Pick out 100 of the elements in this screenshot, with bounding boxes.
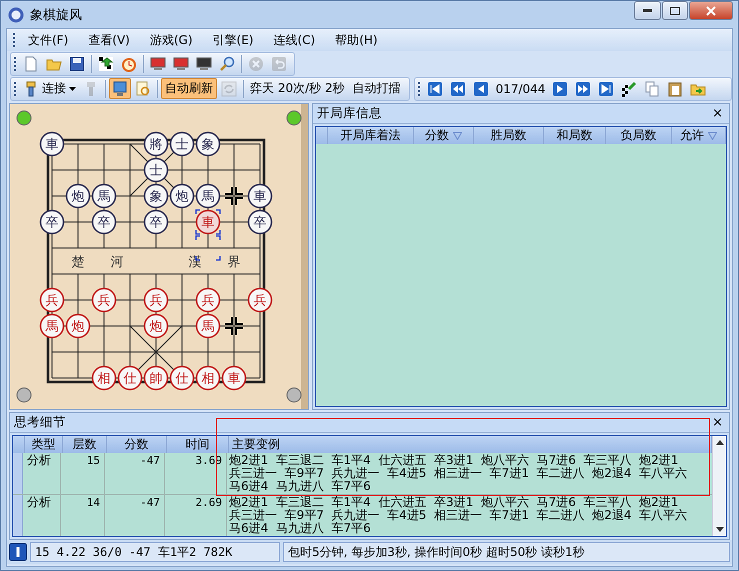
chess-piece[interactable]: 卒 — [40, 210, 64, 234]
chess-piece[interactable]: 車 — [248, 184, 272, 208]
variation-text: 炮2进1 车三退二 车1平4 仕六进五 卒3进1 炮八平六 马7进6 车三平八 炮2进1 — [229, 454, 678, 467]
swap-arrows-icon — [98, 56, 114, 72]
river-text: 河 — [110, 255, 124, 270]
chess-piece[interactable]: 炮 — [66, 314, 90, 338]
close-button[interactable]: × — [710, 106, 725, 122]
scroll-down-icon — [716, 527, 724, 532]
column-header[interactable]: 和局数 — [556, 127, 592, 144]
monitor-icon — [196, 56, 212, 72]
scrollbar[interactable] — [712, 436, 726, 536]
column-header[interactable]: 负局数 — [620, 127, 656, 144]
toggle-button[interactable]: 自动刷新 — [161, 78, 217, 99]
minimize-icon — [643, 9, 652, 12]
search-icon — [219, 56, 235, 72]
menu-item[interactable]: 帮助(H) — [325, 32, 388, 48]
panel-title: 开局库信息 — [317, 105, 382, 122]
menu-item[interactable]: 引擎(E) — [202, 32, 264, 48]
refresh-icon — [221, 80, 237, 96]
monitor-icon — [150, 56, 166, 72]
chess-piece[interactable]: 士 — [144, 158, 168, 182]
chess-piece[interactable]: 炮 — [170, 184, 194, 208]
minimize-button[interactable] — [634, 1, 661, 20]
chess-piece[interactable]: 卒 — [144, 210, 168, 234]
position-marker — [224, 186, 244, 206]
menu-item[interactable]: 文件(F) — [18, 32, 78, 48]
chess-piece[interactable]: 仕 — [170, 366, 194, 390]
chess-piece[interactable]: 卒 — [248, 210, 272, 234]
menu-item[interactable]: 查看(V) — [78, 32, 140, 48]
chess-piece[interactable]: 象 — [196, 132, 220, 156]
chess-piece[interactable]: 炮 — [66, 184, 90, 208]
scroll-up-icon — [716, 440, 724, 445]
connect-button[interactable]: 连接 — [20, 78, 79, 99]
menu-item[interactable]: 游戏(G) — [140, 32, 203, 48]
chess-piece[interactable]: 馬 — [40, 314, 64, 338]
column-header[interactable]: 主要变例 — [232, 436, 280, 453]
chess-piece[interactable]: 帥 — [144, 366, 168, 390]
chess-piece[interactable]: 車 — [195, 209, 221, 235]
column-header[interactable]: 开局库着法 — [340, 127, 400, 144]
chess-piece[interactable]: 將 — [144, 132, 168, 156]
column-header[interactable]: 层数 — [72, 436, 96, 453]
chess-piece[interactable]: 卒 — [92, 210, 116, 234]
chess-piece[interactable]: 車 — [40, 132, 64, 156]
monitor-icon — [112, 80, 128, 96]
copy-icon — [644, 80, 660, 96]
table-cell: -47 — [105, 495, 165, 536]
position-marker — [224, 316, 244, 336]
column-header[interactable]: 允许 — [680, 127, 704, 144]
chess-piece[interactable]: 相 — [196, 366, 220, 390]
chess-piece[interactable]: 兵 — [144, 288, 168, 312]
chess-piece[interactable]: 兵 — [40, 288, 64, 312]
chess-piece[interactable]: 象 — [144, 184, 168, 208]
engine-status: 15 4.22 36/0 -47 车1平2 782K — [30, 542, 280, 562]
maximize-button[interactable] — [662, 1, 688, 20]
caret-icon — [69, 86, 76, 90]
window-title: 象棋旋风 — [30, 6, 83, 24]
close-button[interactable]: × — [710, 414, 725, 430]
chess-piece[interactable]: 兵 — [248, 288, 272, 312]
column-header[interactable]: 分数 — [124, 436, 148, 453]
save-icon — [69, 56, 85, 72]
chess-piece[interactable]: 仕 — [118, 366, 142, 390]
table-cell: 15 — [61, 453, 105, 494]
close-icon — [706, 6, 716, 16]
variation-text: 炮2进1 车三退二 车1平4 仕六进五 卒3进1 炮八平六 马7进6 车三平八 炮2进1 — [229, 496, 678, 509]
skip-start-icon — [426, 80, 443, 96]
chess-piece[interactable]: 兵 — [92, 288, 116, 312]
chess-piece[interactable]: 炮 — [144, 314, 168, 338]
checkered-flag-icon — [621, 80, 638, 96]
chess-piece[interactable]: 車 — [222, 366, 246, 390]
column-header[interactable]: 类型 — [32, 436, 56, 453]
stop-icon — [248, 56, 264, 72]
table-cell: 分析 — [23, 453, 61, 494]
rewind-icon — [450, 80, 466, 96]
skip-end-icon — [598, 80, 614, 96]
chess-piece[interactable]: 士 — [170, 132, 194, 156]
toggle-button[interactable]: 自动打擂 — [348, 78, 405, 99]
close-button[interactable] — [689, 1, 733, 20]
server-info: 弈天 20次/秒 2秒 — [249, 80, 346, 97]
column-header[interactable]: 分数 — [425, 127, 449, 144]
variation-text: 马6进4 马九进八 车7平6 — [229, 480, 371, 493]
chess-piece[interactable]: 相 — [92, 366, 116, 390]
document-search-icon — [135, 80, 151, 96]
info-icon[interactable] — [9, 543, 27, 561]
undo-icon — [271, 56, 287, 72]
column-header[interactable]: 胜局数 — [490, 127, 526, 144]
variation-text: 马6进4 马九进八 车7平6 — [229, 522, 371, 535]
menu-item[interactable]: 连线(C) — [263, 32, 326, 48]
clipboard-icon — [667, 80, 684, 96]
new-file-icon — [23, 56, 39, 72]
next-icon — [552, 80, 568, 96]
column-header[interactable]: 时间 — [186, 436, 210, 453]
variation-text: 兵三进一 车9平7 兵九进一 车4进5 相三进一 车7进1 车二进八 炮2退4 车八平六 — [229, 509, 688, 522]
alarm-clock-icon — [121, 56, 137, 72]
app-icon — [8, 6, 24, 22]
chess-piece[interactable]: 馬 — [196, 314, 220, 338]
chess-piece[interactable]: 馬 — [92, 184, 116, 208]
river-text: 楚 — [72, 255, 84, 270]
chess-piece[interactable]: 兵 — [196, 288, 220, 312]
chess-piece[interactable]: 馬 — [196, 184, 220, 208]
panel-title: 思考细节 — [14, 414, 66, 431]
